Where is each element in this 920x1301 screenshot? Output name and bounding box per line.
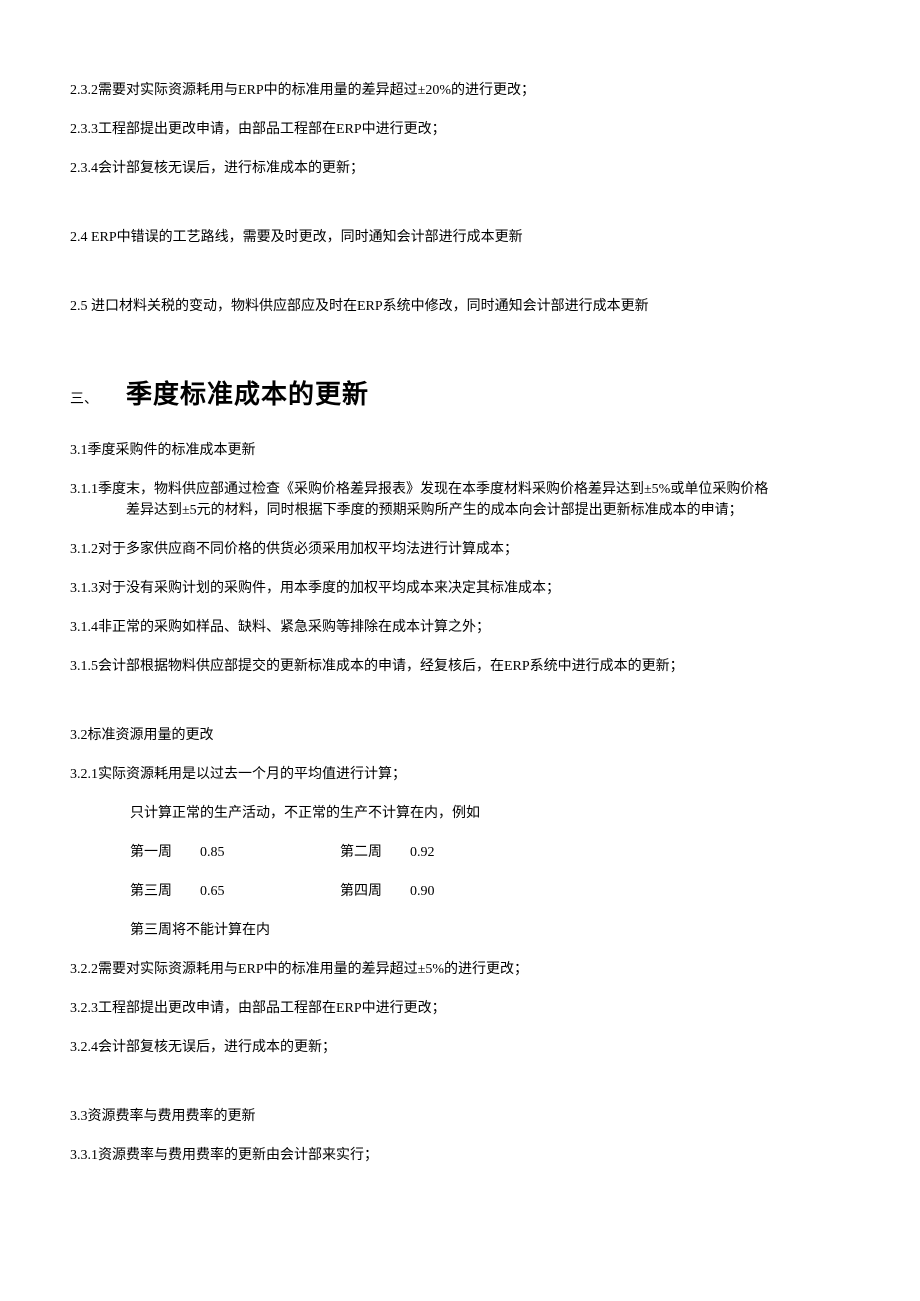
item-3-2-1: 3.2.1实际资源耗用是以过去一个月的平均值进行计算；	[70, 764, 850, 785]
week3-value: 0.65	[200, 881, 340, 902]
section-3-number: 三、	[70, 389, 98, 410]
week4-value: 0.90	[410, 881, 470, 902]
item-3-3: 3.3资源费率与费用费率的更新	[70, 1106, 850, 1127]
item-2-5: 2.5 进口材料关税的变动，物料供应部应及时在ERP系统中修改，同时通知会计部进…	[70, 296, 850, 317]
item-3-1-3: 3.1.3对于没有采购计划的采购件，用本季度的加权平均成本来决定其标准成本；	[70, 578, 850, 599]
item-3-1-4: 3.1.4非正常的采购如样品、缺料、紧急采购等排除在成本计算之外；	[70, 617, 850, 638]
item-3-2-1-exclude: 第三周将不能计算在内	[70, 920, 850, 941]
item-3-1-1-line2: 差异达到±5元的材料，同时根据下季度的预期采购所产生的成本向会计部提出更新标准成…	[70, 500, 850, 521]
item-3-2-3: 3.2.3工程部提出更改申请，由部品工程部在ERP中进行更改；	[70, 998, 850, 1019]
item-3-2: 3.2标准资源用量的更改	[70, 725, 850, 746]
item-3-2-4: 3.2.4会计部复核无误后，进行成本的更新；	[70, 1037, 850, 1058]
week2-label: 第二周	[340, 842, 410, 863]
week3-label: 第三周	[130, 881, 200, 902]
item-3-2-1-note: 只计算正常的生产活动，不正常的生产不计算在内，例如	[70, 803, 850, 824]
week-row-1: 第一周 0.85 第二周 0.92	[70, 842, 850, 863]
item-2-3-3: 2.3.3工程部提出更改申请，由部品工程部在ERP中进行更改；	[70, 119, 850, 140]
item-3-1-2: 3.1.2对于多家供应商不同价格的供货必须采用加权平均法进行计算成本；	[70, 539, 850, 560]
week1-value: 0.85	[200, 842, 340, 863]
item-2-3-2: 2.3.2需要对实际资源耗用与ERP中的标准用量的差异超过±20%的进行更改；	[70, 80, 850, 101]
item-3-1-5: 3.1.5会计部根据物料供应部提交的更新标准成本的申请，经复核后，在ERP系统中…	[70, 656, 850, 677]
item-2-3-4: 2.3.4会计部复核无误后，进行标准成本的更新；	[70, 158, 850, 179]
item-3-1-1-line1: 3.1.1季度末，物料供应部通过检查《采购价格差异报表》发现在本季度材料采购价格…	[70, 479, 850, 500]
item-3-2-2: 3.2.2需要对实际资源耗用与ERP中的标准用量的差异超过±5%的进行更改；	[70, 959, 850, 980]
section-3-title: 季度标准成本的更新	[126, 375, 369, 414]
week4-label: 第四周	[340, 881, 410, 902]
week1-label: 第一周	[130, 842, 200, 863]
week-row-2: 第三周 0.65 第四周 0.90	[70, 881, 850, 902]
section-3-heading: 三、 季度标准成本的更新	[70, 375, 850, 414]
item-2-4: 2.4 ERP中错误的工艺路线，需要及时更改，同时通知会计部进行成本更新	[70, 227, 850, 248]
item-3-1: 3.1季度采购件的标准成本更新	[70, 440, 850, 461]
item-3-3-1: 3.3.1资源费率与费用费率的更新由会计部来实行；	[70, 1145, 850, 1166]
week2-value: 0.92	[410, 842, 470, 863]
